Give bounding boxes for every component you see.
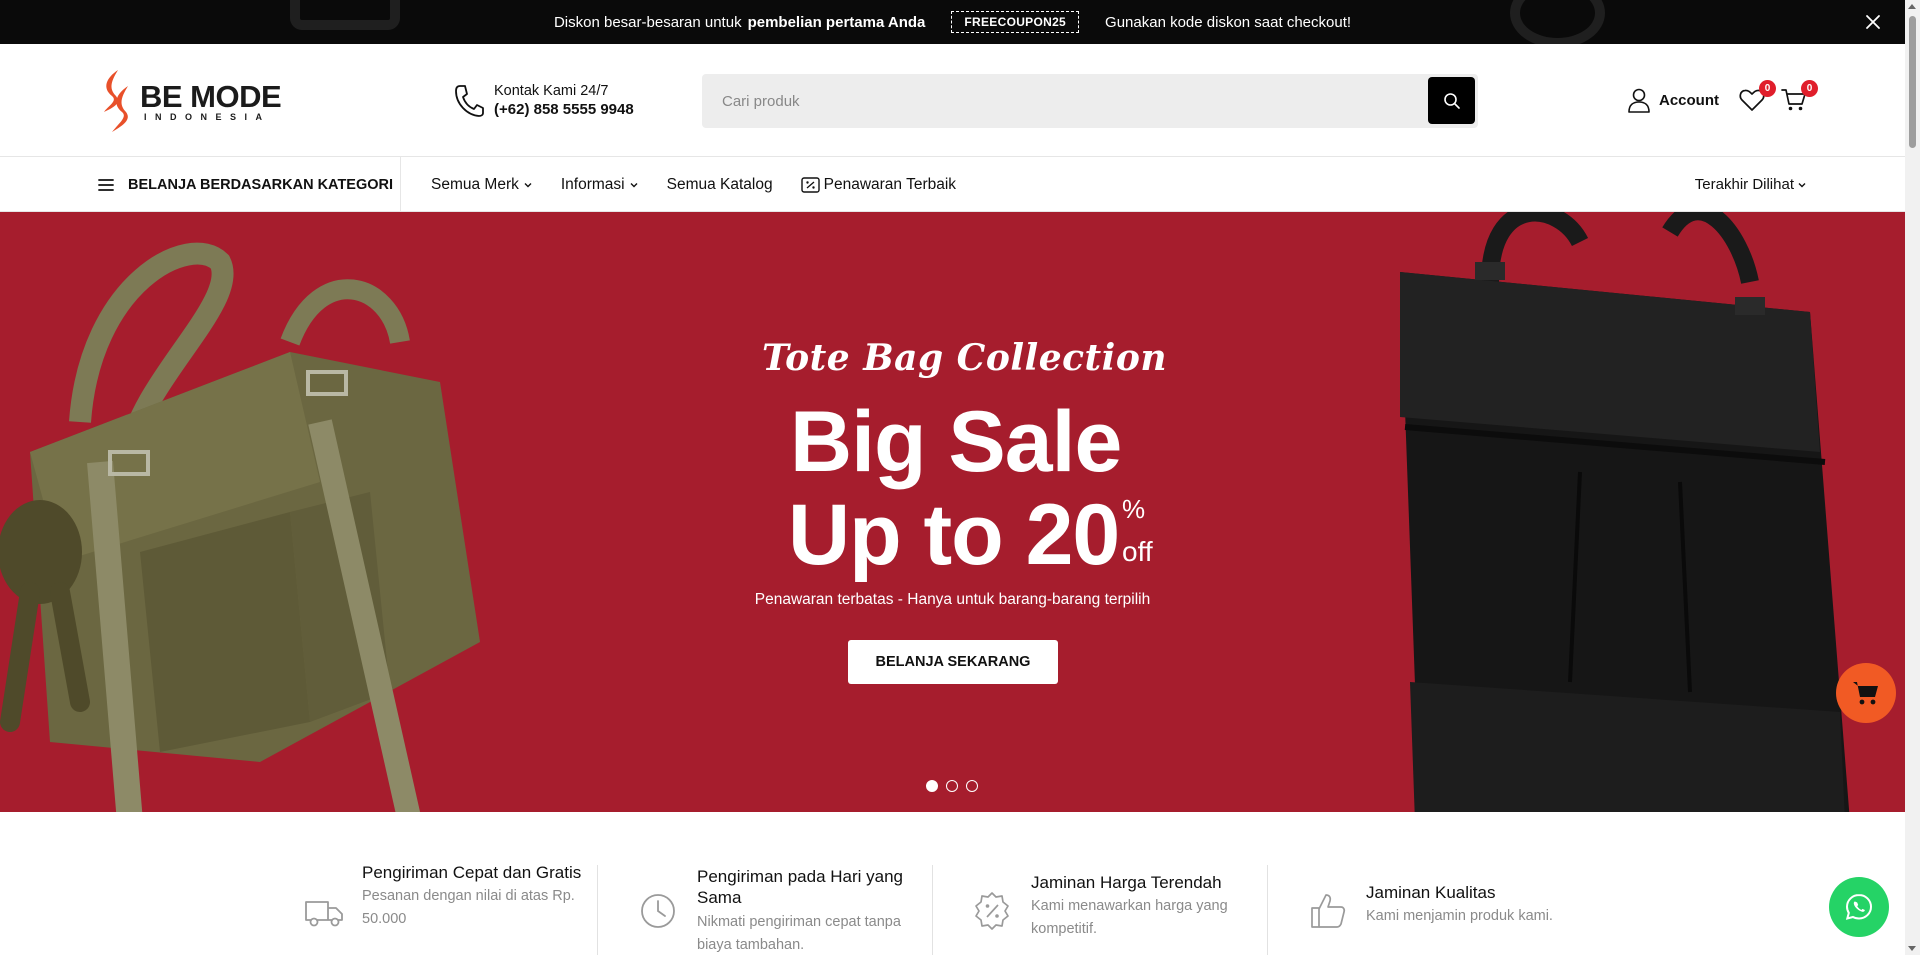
- brand-logo[interactable]: BE MODE INDONESIA: [98, 68, 298, 134]
- slide-dot-2[interactable]: [946, 780, 958, 792]
- scroll-down-arrow-icon[interactable]: [1908, 946, 1916, 951]
- user-icon: [1628, 88, 1650, 113]
- category-menu-button[interactable]: BELANJA BERDASARKAN KATEGORI: [98, 157, 401, 212]
- feature-title: Pengiriman pada Hari yang Sama: [697, 867, 904, 908]
- nav-item-best-offers[interactable]: Penawaran Terbaik: [800, 175, 957, 194]
- wishlist-count-badge: 0: [1759, 80, 1776, 97]
- whatsapp-chat-button[interactable]: [1829, 877, 1889, 937]
- announcement-message: Diskon besar-besaran untuk pembelian per…: [554, 11, 1351, 33]
- hamburger-menu-icon: [98, 178, 114, 191]
- nav-item-brands[interactable]: Semua Merk: [431, 176, 533, 194]
- hero-subtitle: Penawaran terbatas - Hanya untuk barang-…: [754, 591, 1151, 608]
- close-icon[interactable]: [1861, 10, 1885, 34]
- feature-description: Kami menawarkan harga yang kompetitif.: [1031, 898, 1228, 938]
- slider-pagination: [926, 780, 978, 792]
- cart-count-badge: 0: [1801, 80, 1818, 97]
- feature-item: Jaminan Harga Terendah Kami menawarkan h…: [973, 862, 1303, 955]
- slide-dot-3[interactable]: [966, 780, 978, 792]
- account-link[interactable]: Account: [1627, 87, 1719, 113]
- announcement-text: Diskon besar-besaran untuk: [553, 13, 742, 31]
- wishlist-button[interactable]: 0: [1739, 80, 1776, 116]
- hero-banner: Tote Bag Collection Big Sale Up to 20 % …: [0, 212, 1905, 812]
- logo-name: BE MODE: [140, 78, 282, 114]
- logo-mark-icon: [104, 70, 128, 132]
- feature-strip: Pengiriman Cepat dan Gratis Pesanan deng…: [0, 812, 1905, 955]
- phone-icon: [455, 85, 484, 117]
- recently-viewed-dropdown[interactable]: Terakhir Dilihat: [1695, 157, 1807, 212]
- hero-script-title: Tote Bag Collection: [761, 337, 1168, 379]
- percent-watermark-icon: [1510, 0, 1605, 44]
- feature-divider: [1267, 865, 1268, 955]
- page-scrollbar[interactable]: [1905, 0, 1920, 955]
- feature-title: Jaminan Kualitas: [1366, 883, 1496, 902]
- category-menu-label: BELANJA BERDASARKAN KATEGORI: [128, 176, 394, 193]
- recently-viewed-label: Terakhir Dilihat: [1694, 176, 1794, 193]
- chevron-down-icon: [630, 182, 638, 187]
- feature-title: Jaminan Harga Terendah: [1031, 873, 1222, 892]
- feature-description: Pesanan dengan nilai di atas Rp. 50.000: [362, 888, 575, 928]
- feature-description: Kami menjamin produk kami.: [1366, 908, 1553, 925]
- feature-item: Pengiriman Cepat dan Gratis Pesanan deng…: [304, 862, 634, 955]
- nav-item-catalog[interactable]: Semua Katalog: [667, 176, 773, 194]
- feature-item: Jaminan Kualitas Kami menjamin produk ka…: [1308, 862, 1638, 955]
- hero-off-text: off: [1122, 536, 1153, 567]
- contact-label: Kontak Kami 24/7: [494, 82, 609, 99]
- feature-description: Nikmati pengiriman cepat tanpa biaya tam…: [697, 913, 901, 953]
- hero-percent-sign: %: [1122, 494, 1146, 524]
- contact-phone[interactable]: (+62) 858 5555 9948: [494, 101, 634, 118]
- announcement-highlight: pembelian pertama Anda: [747, 13, 926, 31]
- floating-cart-button[interactable]: [1836, 663, 1896, 723]
- feature-item: Pengiriman pada Hari yang Sama Nikmati p…: [639, 862, 969, 955]
- feature-title: Pengiriman Cepat dan Gratis: [362, 863, 582, 882]
- olive-tote-bag-image: [0, 242, 480, 812]
- nav-item-label: Informasi: [560, 175, 625, 193]
- shop-now-button[interactable]: BELANJA SEKARANG: [848, 640, 1058, 684]
- discount-watermark-icon: [290, 0, 400, 30]
- search-button[interactable]: [1428, 77, 1475, 124]
- chevron-down-icon: [524, 182, 532, 187]
- feature-divider: [932, 865, 933, 955]
- cart-button[interactable]: 0: [1781, 80, 1818, 116]
- site-header: BE MODE INDONESIA Kontak Kami 24/7 (+62)…: [0, 44, 1905, 157]
- hero-headline-line2: Up to 20: [788, 487, 1120, 583]
- coupon-code[interactable]: FREECOUPON25: [951, 11, 1080, 33]
- nav-item-label: Penawaran Terbaik: [823, 175, 957, 193]
- black-tote-bag-image: [1400, 212, 1850, 812]
- contact-info[interactable]: Kontak Kami 24/7 (+62) 858 5555 9948: [452, 82, 634, 118]
- announcement-bar: Diskon besar-besaran untuk pembelian per…: [0, 0, 1905, 44]
- account-label: Account: [1659, 91, 1719, 109]
- shopping-cart-icon: [1853, 682, 1878, 705]
- search-input[interactable]: [702, 74, 1422, 128]
- nav-item-information[interactable]: Informasi: [561, 176, 639, 194]
- thumbs-up-icon: [1311, 894, 1346, 928]
- nav-item-label: Semua Merk: [431, 175, 519, 193]
- main-navigation: BELANJA BERDASARKAN KATEGORI Semua Merk …: [0, 157, 1905, 212]
- scroll-up-arrow-icon[interactable]: [1908, 4, 1916, 9]
- scrollbar-thumb[interactable]: [1909, 16, 1916, 148]
- whatsapp-icon: [1845, 893, 1873, 920]
- hero-headline-line1: Big Sale: [790, 394, 1122, 490]
- nav-item-label: Semua Katalog: [666, 175, 773, 193]
- announcement-instruction: Gunakan kode diskon saat checkout!: [1105, 13, 1352, 31]
- discount-icon: [800, 176, 820, 193]
- feature-divider: [597, 865, 598, 955]
- discount-badge-icon: [975, 892, 1009, 930]
- search-bar: [702, 74, 1478, 128]
- slide-dot-1[interactable]: [926, 780, 938, 792]
- delivery-truck-icon: [305, 901, 343, 927]
- search-icon: [1443, 92, 1460, 109]
- clock-icon: [641, 894, 675, 928]
- logo-tagline: INDONESIA: [144, 111, 271, 122]
- chevron-down-icon: [1798, 182, 1806, 187]
